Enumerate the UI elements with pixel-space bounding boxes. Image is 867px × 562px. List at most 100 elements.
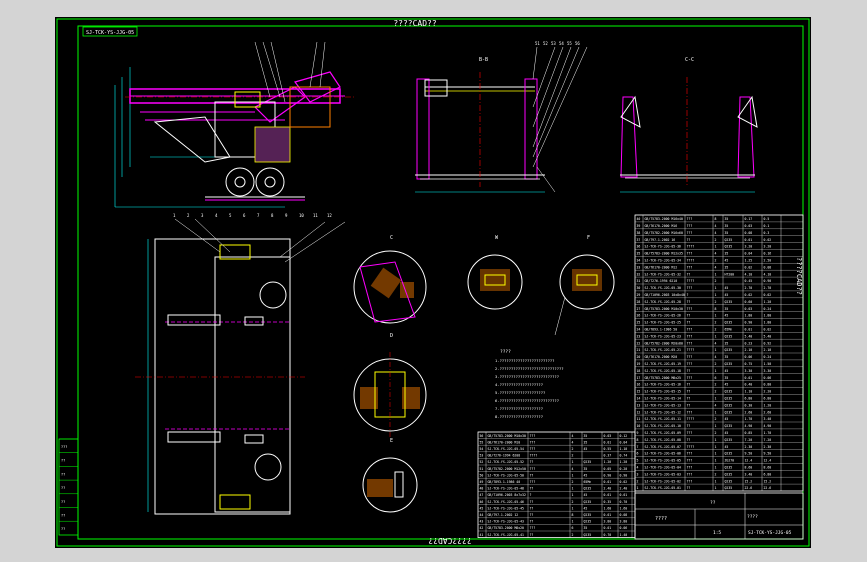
bom-cell: 65Mn — [725, 328, 733, 332]
bom-cell: 35 — [725, 341, 729, 345]
bom-cell: 5.40 — [745, 334, 753, 338]
bom-cell: 2.40 — [604, 487, 612, 491]
bom-cell: 4 — [715, 403, 717, 407]
bom-cell: 0.04 — [745, 252, 753, 256]
bom-cell: ???? — [687, 445, 695, 449]
bom-cell: 8 — [715, 217, 717, 221]
bom-cell: Q235 — [725, 466, 733, 470]
bom-cell: 1.25 — [745, 259, 753, 263]
bom-cell: 0.90 — [745, 321, 753, 325]
bom-cell: 56 — [480, 434, 484, 438]
bom-cell: GB/T5782-2000 M20x80 — [645, 341, 683, 345]
bom-cell: GB/T6170-2000 M20 — [645, 355, 678, 359]
note-line: 8.??????????????????? — [495, 414, 543, 419]
bom-cell: 6 — [572, 526, 574, 530]
bom-cell: 18 — [637, 369, 641, 373]
bom-cell: GB/T5782-2000 M16x60 — [645, 231, 683, 235]
bom-cell: ??? — [530, 467, 536, 471]
bom-cell: 1.40 — [620, 533, 628, 537]
bom-cell: ?? — [687, 238, 691, 242]
drive-block — [234, 91, 261, 108]
bom-cell: 0.02 — [745, 293, 753, 297]
bom-cell: ?? — [530, 533, 534, 537]
bom-cell: 1 — [572, 520, 574, 524]
bom-cell: SJ-TCK-YS-JJG-05-16 — [645, 383, 682, 387]
bom-cell: 1.70 — [764, 431, 772, 435]
bom-cell: ??? — [687, 265, 693, 269]
detail-label: D — [390, 333, 393, 339]
bom-cell: 24 — [637, 328, 641, 332]
motor-circle — [259, 281, 287, 309]
bom-cell: 1.20 — [764, 403, 772, 407]
bom-cell: 45 — [725, 369, 729, 373]
bom-cell: ??? — [687, 452, 693, 456]
column-left — [620, 96, 638, 178]
bom-cell: GB/T5783-2000 M10x30 — [488, 434, 526, 438]
bom-cell: 2 — [715, 390, 717, 394]
bom-cell: 1 — [715, 245, 717, 249]
bom-cell: 1.60 — [604, 506, 612, 510]
bom-cell: 0.24 — [764, 355, 772, 359]
bom-cell: 0.17 — [745, 217, 753, 221]
bom-cell: 1 — [572, 506, 574, 510]
bracket — [153, 116, 231, 163]
note-line: 2.???????????????????????????? — [495, 366, 564, 371]
bom-cell: 36 — [637, 245, 641, 249]
bom-cell: ??? — [687, 479, 693, 483]
bom-cell: 0.55 — [604, 447, 612, 451]
bom-cell: 1 — [637, 486, 639, 490]
bom-cell: Q235 — [725, 403, 733, 407]
bom-cell: Q235 — [725, 390, 733, 394]
bom-cell: SJ-TCK-YS-JJG-05-11 — [645, 417, 682, 421]
bom-cell: 1 — [715, 479, 717, 483]
bolt — [394, 471, 404, 498]
bom-cell: 21 — [637, 348, 641, 352]
bom-cell: 23 — [637, 334, 641, 338]
note-line: 1.???????????????????????? — [495, 358, 554, 363]
leader-numbers-top: 51 52 53 54 55 56 — [535, 41, 580, 46]
bom-cell: 41 — [480, 533, 484, 537]
bom-cell: 1 — [715, 369, 717, 373]
bom-cell: 2 — [715, 417, 717, 421]
bom-cell: ?? — [687, 486, 691, 490]
bom-cell: 1 — [715, 452, 717, 456]
leader-number: 11 — [313, 213, 318, 218]
hatch-block — [367, 479, 393, 497]
bom-cell: Q235 — [725, 362, 733, 366]
bom-cell: 1 — [715, 410, 717, 414]
bom-cell: 35 — [725, 231, 729, 235]
bom-cell: SJ-TCK-YS-JJG-05-14 — [645, 397, 682, 401]
leader-line — [270, 41, 286, 103]
bom-cell: 13 — [637, 403, 641, 407]
bom-cell: 0.03 — [745, 224, 753, 228]
bom-cell: SJ-TCK-YS-JJG-05-07 — [645, 445, 682, 449]
bom-cell: 0.23 — [745, 341, 753, 345]
drive-head — [424, 79, 448, 97]
bom-cell: Q235 — [584, 487, 592, 491]
bom-cell: ??? — [687, 362, 693, 366]
bom-cell: ?? — [530, 473, 534, 477]
drawing-canvas[interactable]: ????CAD?? ????CAD?? ????CAD?? SJ-TCK-YS-… — [55, 17, 811, 548]
bom-cell: 26 — [637, 314, 641, 318]
leader-number: 8 — [271, 213, 274, 218]
column-right — [737, 96, 755, 178]
leader-line — [536, 166, 556, 193]
bom-cell: ?? — [687, 272, 691, 276]
bom-cell: GB/T6170-2000 M16 — [645, 224, 678, 228]
bom-cell: 3.80 — [604, 520, 612, 524]
bom-cell: ?? — [687, 369, 691, 373]
bom-cell: 2.10 — [745, 348, 753, 352]
bom-cell: ?? — [687, 314, 691, 318]
bom-cell: ??? — [687, 355, 693, 359]
bom-cell: 3.20 — [764, 245, 772, 249]
leader-number: 55 — [567, 41, 572, 46]
margin-label: ??? — [61, 445, 67, 449]
bom-cell: ??? — [687, 341, 693, 345]
bom-cell: SJ-TCK-YS-JJG-05-43 — [488, 520, 525, 524]
bom-cell: ???? — [687, 259, 695, 263]
bom-cell: 2 — [715, 279, 717, 283]
bom-cell: 1 — [715, 397, 717, 401]
bom-cell: 4.10 — [745, 272, 753, 276]
leader-line — [532, 46, 572, 148]
bom-cell: SJ-TCK-YS-JJG-05-52 — [488, 460, 525, 464]
